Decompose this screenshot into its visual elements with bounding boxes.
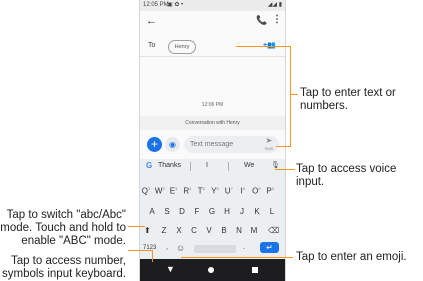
key-e[interactable]: E3 — [168, 186, 180, 196]
suggestion-word[interactable]: Thanks — [158, 162, 181, 169]
key-hint: 7 — [230, 186, 233, 191]
key-w[interactable]: W2 — [154, 186, 166, 196]
suggestion-strip: G Thanks I We 🎙 — [140, 159, 285, 174]
key-c[interactable]: C — [188, 226, 200, 235]
signal-battery-icon: ◢◢ ▮ — [267, 2, 282, 8]
send-sms-label: SMS — [264, 146, 274, 151]
divider — [190, 162, 191, 171]
callout-number-keyboard: Tap to access number, symbols input keyb… — [1, 255, 126, 280]
phone-screen: 12:05 PM ▣ ✿ • ◢◢ ▮ ← 📞 ⋮ To Henry +👥 12… — [139, 0, 286, 281]
suggestion-word[interactable]: I — [206, 162, 208, 169]
app-bar: ← 📞 ⋮ — [140, 12, 285, 32]
keyboard: Q1 W2 E3 R4 T5 Y6 U7 I8 O9 P0 ASDFGHJKL ZXCVBNM ⬆… — [140, 174, 285, 259]
recipient-row: To Henry +👥 — [140, 38, 285, 57]
callout-voice-input: Tap to access voice input. — [296, 163, 397, 188]
key-k[interactable]: K — [251, 207, 263, 216]
key-l[interactable]: L — [266, 207, 278, 216]
backspace-key-icon[interactable]: ⌫ — [268, 226, 279, 235]
shift-key-icon[interactable]: ⬆ — [144, 226, 151, 235]
callout-line — [152, 250, 153, 262]
key-j[interactable]: J — [236, 207, 248, 216]
key-i[interactable]: I8 — [237, 186, 249, 196]
nav-back-icon[interactable]: ▼ — [166, 264, 175, 274]
callout-switch-case: Tap to switch "abc/Abc" mode. Touch and … — [0, 209, 126, 247]
key-g[interactable]: G — [206, 207, 218, 216]
key-t[interactable]: T5 — [195, 186, 207, 196]
key-d[interactable]: D — [176, 207, 188, 216]
callout-line — [290, 94, 298, 95]
callout-line — [236, 46, 291, 47]
key-hint: 8 — [242, 186, 245, 191]
callout-line — [181, 257, 293, 258]
key-hint: 3 — [175, 186, 178, 191]
key-b[interactable]: B — [218, 226, 230, 235]
key-o[interactable]: O9 — [250, 186, 262, 196]
back-arrow-icon[interactable]: ← — [146, 15, 157, 27]
key-x[interactable]: X — [173, 226, 185, 235]
suggestion-word[interactable]: We — [244, 162, 254, 169]
comma-key[interactable]: , — [166, 244, 168, 251]
callout-line — [290, 46, 291, 147]
callout-line — [276, 146, 291, 147]
key-hint: 2 — [162, 186, 165, 191]
key-q[interactable]: Q1 — [140, 186, 152, 196]
callout-line — [275, 169, 295, 170]
message-input[interactable] — [190, 138, 250, 150]
nav-home-icon[interactable] — [208, 267, 214, 273]
google-g-icon[interactable]: G — [146, 161, 152, 170]
plus-button[interactable]: + — [147, 137, 162, 152]
more-options-icon[interactable]: ⋮ — [272, 14, 282, 25]
key-hint: 5 — [202, 186, 205, 191]
phone-call-icon[interactable]: 📞 — [256, 15, 267, 26]
enter-key-icon[interactable]: ↵ — [260, 242, 279, 253]
conversation-banner: Conversation with Henry — [140, 116, 285, 130]
message-field[interactable]: ➤ SMS — [184, 136, 279, 153]
divider — [228, 162, 229, 171]
key-r[interactable]: R4 — [181, 186, 193, 196]
notification-icons: ▣ ✿ • — [167, 2, 184, 8]
compose-bar: + ◉ ➤ SMS — [140, 133, 285, 158]
key-hint: 1 — [148, 186, 151, 191]
key-p[interactable]: P0 — [264, 186, 276, 196]
status-bar: 12:05 PM ▣ ✿ • ◢◢ ▮ — [140, 0, 285, 11]
key-f[interactable]: F — [191, 207, 203, 216]
navigation-bar: ▼ — [140, 259, 285, 281]
key-a[interactable]: A — [146, 207, 158, 216]
key-s[interactable]: S — [161, 207, 173, 216]
gallery-icon[interactable]: ◉ — [165, 137, 180, 152]
key-m[interactable]: M — [248, 226, 260, 235]
key-hint: 9 — [258, 186, 261, 191]
key-h[interactable]: H — [221, 207, 233, 216]
callout-emoji: Tap to enter an emoji. — [296, 251, 407, 263]
period-key[interactable]: . — [243, 244, 245, 251]
recipient-chip[interactable]: Henry — [168, 40, 196, 54]
key-hint: 6 — [216, 186, 219, 191]
callout-line — [128, 250, 153, 251]
to-label: To — [148, 42, 156, 49]
callout-enter-text: Tap to enter text or numbers. — [300, 87, 396, 112]
key-hint: 0 — [271, 186, 274, 191]
emoji-key-icon[interactable]: ☺ — [176, 243, 185, 253]
key-y[interactable]: Y6 — [209, 186, 221, 196]
nav-recents-icon[interactable] — [252, 267, 258, 273]
key-v[interactable]: V — [203, 226, 215, 235]
key-u[interactable]: U7 — [223, 186, 235, 196]
status-time: 12:05 PM — [143, 2, 169, 8]
space-bar[interactable] — [194, 245, 236, 253]
key-z[interactable]: Z — [158, 226, 170, 235]
message-timestamp: 12:06 PM — [201, 102, 224, 108]
send-button[interactable]: ➤ SMS — [261, 136, 277, 153]
microphone-icon[interactable]: 🎙 — [271, 161, 280, 169]
send-icon: ➤ — [265, 136, 273, 145]
key-hint: 4 — [189, 186, 192, 191]
callout-line — [128, 226, 145, 227]
key-n[interactable]: N — [233, 226, 245, 235]
add-person-icon[interactable]: +👥 — [263, 41, 276, 49]
